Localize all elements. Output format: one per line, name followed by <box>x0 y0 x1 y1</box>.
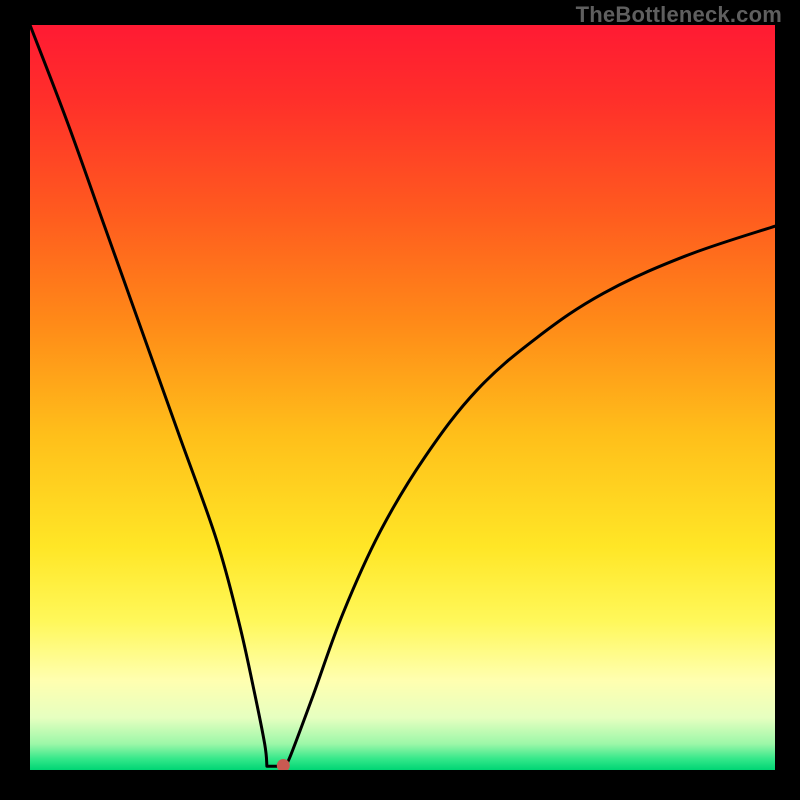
gradient-background <box>30 25 775 770</box>
bottleneck-chart <box>30 25 775 770</box>
plot-area <box>30 25 775 770</box>
chart-frame: TheBottleneck.com <box>0 0 800 800</box>
